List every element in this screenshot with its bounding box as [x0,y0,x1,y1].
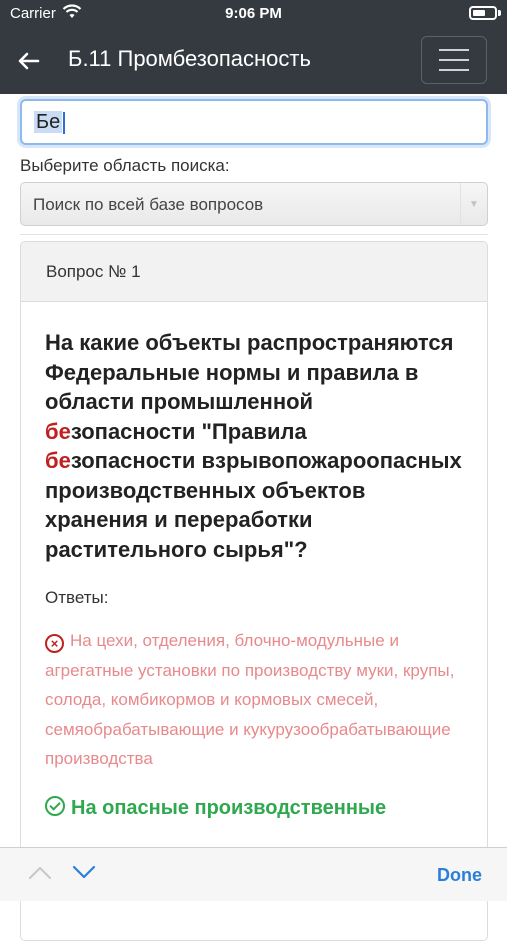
search-input[interactable]: Бе [20,99,488,145]
hamburger-menu-button[interactable] [421,36,487,84]
search-area-selected: Поиск по всей базе вопросов [33,195,264,214]
divider [20,234,488,235]
question-number: Вопрос № 1 [21,242,487,302]
search-area-select[interactable]: Поиск по всей базе вопросов ▼ [20,182,488,226]
nav-bar: Б.11 Промбезопасность [0,28,507,94]
keyboard-accessory-bar: Done [0,847,507,901]
search-input-value: Бе [34,111,63,133]
text-caret [63,111,66,134]
question-text-part: На какие объекты распространяются Федера… [45,330,454,414]
question-text-part: зопасности "Правила [70,418,307,444]
answers-label: Ответы: [45,588,109,607]
battery-tip [498,10,501,16]
answer-correct-text: На опасные производственные [71,796,387,819]
chevron-up-icon[interactable] [28,864,52,885]
chevron-down-icon[interactable] [72,864,96,885]
answer-wrong: × На цехи, отделения, блочно-модульные и … [45,626,463,774]
menu-line [439,59,469,61]
answer-wrong-text: На цехи, отделения, блочно-модульные и а… [45,631,455,768]
wrong-circle-x-icon: × [45,634,64,653]
menu-line [439,69,469,71]
answer-correct: На опасные производственные [45,795,463,820]
question-card: Вопрос № 1 На какие объекты распространя… [20,241,488,941]
menu-line [439,49,469,51]
search-area-label: Выберите область поиска: [20,156,230,175]
search-match-highlight: бе [45,418,71,444]
correct-check-circle-icon [45,795,65,816]
done-button[interactable]: Done [437,865,482,886]
back-arrow-icon[interactable] [14,46,44,76]
clock: 9:06 PM [225,5,282,22]
question-text-part: зопасности взрывопожароопасных производс… [45,448,462,562]
battery-icon [469,6,497,20]
dropdown-arrow-icon: ▼ [460,183,487,225]
page-title: Б.11 Промбезопасность [68,46,311,71]
question-text: На какие объекты распространяются Федера… [45,328,463,564]
search-match-highlight: бе [45,448,71,473]
status-bar: Carrier 9:06 PM [0,0,507,28]
